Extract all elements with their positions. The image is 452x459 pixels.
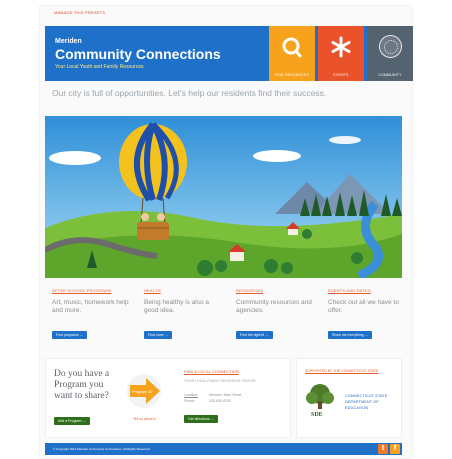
sde-logo-text: SDE (311, 412, 323, 418)
tile-find-resources[interactable]: FIND RESOURCES (269, 26, 315, 81)
get-directions-button[interactable]: Get directions → (184, 415, 219, 423)
feature-health: HEALTH Being healthy is also a good idea… (144, 288, 222, 341)
arrow-caption[interactable]: Tell us about it (133, 417, 155, 421)
copyright: © Copyright 2014 Meriden Community Conne… (53, 447, 151, 451)
feature-after-school: AFTER SCHOOL PROGRAMS Art, music, homewo… (52, 288, 130, 341)
magnifier-icon (269, 34, 315, 69)
find-more-button[interactable]: Find more → (144, 331, 173, 339)
brand-city: Meriden (55, 38, 82, 45)
facebook-icon[interactable]: f (390, 444, 400, 454)
feature-text: Art, music, homework help and more. (52, 299, 129, 314)
tile-community[interactable]: COMMUNITY (367, 26, 413, 81)
feature-heading[interactable]: RESOURCES (236, 288, 314, 293)
share-program-question: Do you have a Program you want to share? (54, 369, 110, 401)
phone-label: Phone: (184, 399, 196, 403)
feature-heading[interactable]: AFTER SCHOOL PROGRAMS (52, 288, 130, 293)
tile-label: FIND RESOURCES (274, 73, 310, 77)
sponsor-panel: SUPPORTED BY THE CONNECTICUT STATE SDE C… (296, 358, 402, 438)
find-connection-sub: YOUR LOCAL FAMILY RESOURCE CENTER (184, 379, 256, 383)
phone-value: 203-630-4200 (209, 399, 231, 403)
show-everything-button[interactable]: Show me everything → (328, 331, 373, 339)
sde-organization: CONNECTICUT STATE DEPARTMENT OF EDUCATIO… (345, 393, 388, 410)
page-frame: MANAGE THIS PRESETS Meriden Community Co… (40, 6, 413, 458)
arrow-right-icon: Program ID (126, 371, 164, 416)
feature-heading[interactable]: EVENTS AND DATES (328, 288, 406, 293)
feature-text: Community resources and agencies. (236, 299, 312, 314)
site-footer: © Copyright 2014 Meriden Community Conne… (45, 443, 402, 455)
twitter-icon[interactable]: t (378, 444, 388, 454)
tile-label: COMMUNITY (378, 73, 402, 77)
find-fit-button[interactable]: Find the right fit → (236, 331, 273, 339)
sde-tree-logo-icon[interactable]: SDE (303, 383, 337, 419)
feature-text: Check out all we have to offer. (328, 299, 399, 314)
site-header: Meriden Community Connections Your Local… (45, 26, 413, 81)
submit-program-panel: Do you have a Program you want to share?… (45, 358, 291, 438)
tile-label: EVENTS (333, 73, 349, 77)
find-connection-heading[interactable]: FIND A LOCAL CONNECTION (184, 369, 239, 374)
find-programs-button[interactable]: Find programs → (52, 331, 88, 339)
brand-subtitle: Your Local Youth and Family Resources (55, 64, 144, 70)
tile-events[interactable]: EVENTS (318, 26, 364, 81)
top-link[interactable]: MANAGE THIS PRESETS (54, 10, 105, 15)
feature-resources: RESOURCES Community resources and agenci… (236, 288, 314, 341)
arrow-label: Program ID (132, 389, 153, 394)
hero-illustration (45, 116, 402, 278)
add-program-button[interactable]: Add a Program → (54, 417, 91, 425)
feature-heading[interactable]: HEALTH (144, 288, 222, 293)
tagline: Our city is full of opportunities. Let's… (52, 88, 327, 98)
sponsor-heading[interactable]: SUPPORTED BY THE CONNECTICUT STATE (305, 369, 378, 373)
city-seal-icon (379, 35, 402, 58)
feature-text: Being healthy is also a good idea. (144, 299, 210, 314)
location-value: Meriden, Main Street (209, 393, 242, 397)
asterisk-icon (318, 34, 364, 69)
feature-events: EVENTS AND DATES Check out all we have t… (328, 288, 406, 341)
location-label[interactable]: Location: (184, 393, 198, 397)
brand-title[interactable]: Community Connections (55, 46, 221, 62)
